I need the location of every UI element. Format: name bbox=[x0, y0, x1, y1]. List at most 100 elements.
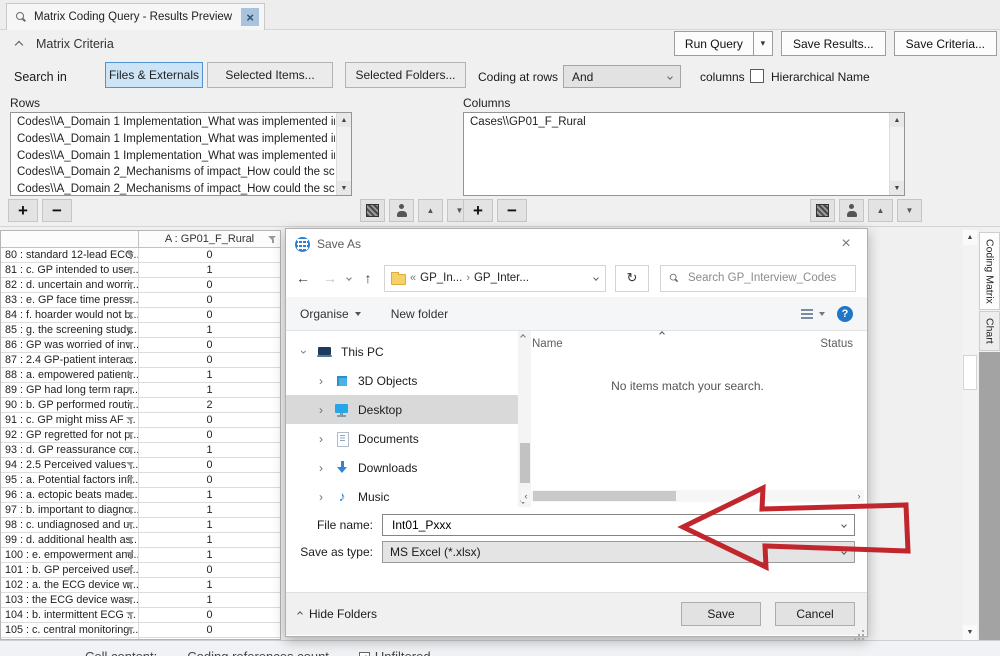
filter-icon[interactable] bbox=[126, 596, 135, 605]
table-row[interactable]: 91 : c. GP might miss AF ... 0 bbox=[1, 413, 280, 428]
scroll-down-icon[interactable]: ▼ bbox=[963, 625, 977, 640]
selected-items-button[interactable]: Selected Items... bbox=[207, 62, 333, 88]
rows-list[interactable]: Codes\\A_Domain 1 Implementation_What wa… bbox=[10, 112, 352, 196]
columns-list-scrollbar[interactable]: ▲ ▼ bbox=[889, 113, 904, 195]
close-icon[interactable]: × bbox=[831, 232, 861, 256]
organise-menu[interactable]: Organise bbox=[300, 307, 349, 321]
table-row[interactable]: 99 : d. additional health as... 1 bbox=[1, 533, 280, 548]
resize-grip[interactable] bbox=[862, 630, 864, 632]
table-row[interactable]: 83 : e. GP face time press... 0 bbox=[1, 293, 280, 308]
search-input[interactable] bbox=[686, 271, 848, 285]
chevron-down-icon[interactable] bbox=[593, 275, 599, 281]
move-up-button[interactable]: ▲ bbox=[868, 199, 893, 222]
filter-icon[interactable] bbox=[126, 431, 135, 440]
table-row[interactable]: 96 : a. ectopic beats made... 1 bbox=[1, 488, 280, 503]
name-column-header[interactable]: Name bbox=[532, 338, 563, 350]
collapse-section-icon[interactable] bbox=[15, 41, 23, 49]
filter-icon[interactable] bbox=[126, 281, 135, 290]
filter-icon[interactable] bbox=[126, 341, 135, 350]
scroll-right-icon[interactable]: › bbox=[854, 490, 864, 502]
files-externals-button[interactable]: Files & Externals bbox=[105, 62, 203, 88]
operator-dropdown[interactable]: And bbox=[563, 65, 681, 88]
table-row[interactable]: 97 : b. important to diagno... 1 bbox=[1, 503, 280, 518]
filter-icon[interactable] bbox=[126, 356, 135, 365]
filter-icon[interactable] bbox=[268, 235, 277, 244]
table-row[interactable]: 93 : d. GP reassurance co... 1 bbox=[1, 443, 280, 458]
table-row[interactable]: 94 : 2.5 Perceived values ... 0 bbox=[1, 458, 280, 473]
up-folder-icon[interactable]: ↑ bbox=[357, 270, 379, 286]
table-row[interactable]: 92 : GP regretted for not p... 0 bbox=[1, 428, 280, 443]
filter-icon[interactable] bbox=[126, 311, 135, 320]
cancel-button[interactable]: Cancel bbox=[775, 602, 855, 626]
table-row[interactable]: 89 : GP had long term rap... 1 bbox=[1, 383, 280, 398]
table-row[interactable]: 104 : b. intermittent ECG ... 0 bbox=[1, 608, 280, 623]
table-row[interactable]: 87 : 2.4 GP-patient interac... 0 bbox=[1, 353, 280, 368]
remove-rows-button[interactable]: − bbox=[42, 199, 72, 222]
auto-select-cases-button[interactable] bbox=[839, 199, 864, 222]
folder-tree-item-downloads[interactable]: › Downloads bbox=[286, 453, 518, 482]
list-item[interactable]: Codes\\A_Domain 1 Implementation_What wa… bbox=[17, 131, 335, 148]
table-row[interactable]: 82 : d. uncertain and worri... 0 bbox=[1, 278, 280, 293]
hide-folders-button[interactable]: Hide Folders bbox=[298, 607, 377, 621]
table-row[interactable]: 101 : b. GP perceived usef... 0 bbox=[1, 563, 280, 578]
file-list-horizontal-scrollbar[interactable]: ‹ › bbox=[521, 490, 864, 502]
table-row[interactable]: 100 : e. empowerment and... 1 bbox=[1, 548, 280, 563]
expand-chevron-icon[interactable]: › bbox=[316, 490, 326, 504]
breadcrumb-overflow-icon[interactable]: « bbox=[410, 272, 416, 284]
move-down-button[interactable]: ▼ bbox=[897, 199, 922, 222]
scroll-down-icon[interactable]: ▼ bbox=[890, 181, 904, 195]
scroll-up-icon[interactable]: ▲ bbox=[890, 113, 904, 127]
filter-icon[interactable] bbox=[126, 266, 135, 275]
save-results-button[interactable]: Save Results... bbox=[781, 31, 886, 56]
filter-icon[interactable] bbox=[126, 626, 135, 635]
filter-icon[interactable] bbox=[126, 611, 135, 620]
new-folder-button[interactable]: New folder bbox=[391, 307, 448, 321]
list-item[interactable]: Codes\\A_Domain 2_Mechanisms of impact_H… bbox=[17, 164, 335, 181]
save-criteria-button[interactable]: Save Criteria... bbox=[894, 31, 997, 56]
results-vertical-scrollbar[interactable]: ▲ ▼ bbox=[962, 230, 978, 640]
table-row[interactable]: 80 : standard 12-lead ECG... 0 bbox=[1, 248, 280, 263]
run-query-dropdown-icon[interactable]: ▾ bbox=[753, 32, 772, 55]
run-query-button[interactable]: Run Query ▾ bbox=[674, 31, 773, 56]
filter-icon[interactable] bbox=[126, 566, 135, 575]
expand-chevron-icon[interactable]: › bbox=[316, 403, 326, 417]
table-row[interactable]: 85 : g. the screening study... 1 bbox=[1, 323, 280, 338]
table-row[interactable]: 81 : c. GP intended to use ... 1 bbox=[1, 263, 280, 278]
history-chevron-icon[interactable] bbox=[346, 275, 352, 281]
table-row[interactable]: 86 : GP was worried of inv... 0 bbox=[1, 338, 280, 353]
dialog-title-bar[interactable]: Save As × bbox=[286, 229, 867, 259]
expand-chevron-icon[interactable]: › bbox=[316, 432, 326, 446]
filter-icon[interactable] bbox=[126, 551, 135, 560]
list-item[interactable]: Cases\\GP01_F_Rural bbox=[470, 114, 888, 131]
filter-icon[interactable] bbox=[126, 386, 135, 395]
scroll-up-icon[interactable]: ▲ bbox=[963, 230, 977, 245]
scrollbar-thumb[interactable] bbox=[963, 355, 977, 390]
breadcrumb-item[interactable]: GP_In... bbox=[420, 272, 462, 284]
table-row[interactable]: 90 : b. GP performed routi... 2 bbox=[1, 398, 280, 413]
scroll-up-icon[interactable]: ▲ bbox=[337, 113, 351, 127]
forward-icon[interactable]: → bbox=[319, 270, 341, 286]
tab-coding-matrix[interactable]: Coding Matrix bbox=[979, 232, 1000, 310]
filter-icon[interactable] bbox=[126, 521, 135, 530]
tab-matrix-coding-query[interactable]: Matrix Coding Query - Results Preview × bbox=[6, 3, 265, 30]
filter-icon[interactable] bbox=[126, 581, 135, 590]
view-list-icon[interactable] bbox=[801, 309, 813, 311]
filter-icon[interactable] bbox=[126, 446, 135, 455]
expand-chevron-icon[interactable]: › bbox=[297, 347, 311, 357]
save-as-type-dropdown[interactable]: MS Excel (*.xlsx) bbox=[382, 541, 855, 563]
table-row[interactable]: 103 : the ECG device was ... 1 bbox=[1, 593, 280, 608]
expand-chevron-icon[interactable]: › bbox=[316, 461, 326, 475]
table-row[interactable]: 102 : a. the ECG device w... 1 bbox=[1, 578, 280, 593]
folder-tree-item-desktop[interactable]: › Desktop bbox=[286, 395, 518, 424]
selected-folders-button[interactable]: Selected Folders... bbox=[345, 62, 466, 88]
folder-tree-item-documents[interactable]: › Documents bbox=[286, 424, 518, 453]
filter-icon[interactable] bbox=[126, 326, 135, 335]
rows-list-scrollbar[interactable]: ▲ ▼ bbox=[336, 113, 351, 195]
move-up-button[interactable]: ▲ bbox=[418, 199, 443, 222]
select-items-button[interactable] bbox=[810, 199, 835, 222]
auto-select-cases-button[interactable] bbox=[389, 199, 414, 222]
columns-list[interactable]: Cases\\GP01_F_Rural ▲ ▼ bbox=[463, 112, 905, 196]
scroll-left-icon[interactable]: ‹ bbox=[521, 490, 531, 502]
remove-columns-button[interactable]: − bbox=[497, 199, 527, 222]
refresh-button[interactable]: ↻ bbox=[615, 265, 649, 292]
